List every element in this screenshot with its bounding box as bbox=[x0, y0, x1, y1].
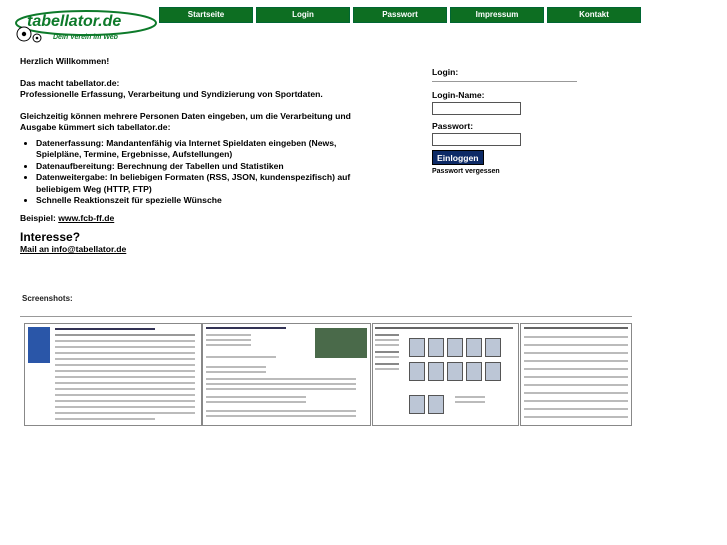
interest-heading: Interesse? bbox=[20, 230, 81, 244]
tabellator-logo[interactable]: tabellator.de Dein Verein im Web bbox=[13, 9, 159, 43]
logo-tagline: Dein Verein im Web bbox=[53, 34, 119, 41]
screenshot-thumbnail-match[interactable] bbox=[202, 323, 371, 426]
login-box: Login: Login-Name: Passwort: Einloggen P… bbox=[432, 65, 577, 175]
screenshot-thumbnail-squad[interactable] bbox=[372, 323, 519, 426]
example-link[interactable]: www.fcb-ff.de bbox=[58, 213, 114, 223]
list-item: Datenaufbereitung: Berechnung der Tabell… bbox=[36, 161, 365, 173]
login-name-label: Login-Name: bbox=[432, 90, 485, 100]
intro-title: Das macht tabellator.de: bbox=[20, 77, 120, 88]
mail-link[interactable]: Mail an info@tabellator.de bbox=[20, 244, 126, 254]
screenshot-thumbnail-games[interactable] bbox=[24, 323, 202, 426]
login-button[interactable]: Einloggen bbox=[432, 150, 484, 165]
example-line: Beispiel: www.fcb-ff.de bbox=[20, 213, 365, 225]
login-title: Login: bbox=[432, 67, 459, 77]
welcome-heading: Herzlich Willkommen! bbox=[20, 56, 110, 66]
screenshot-thumbnail-table[interactable] bbox=[520, 323, 632, 426]
screenshots-divider bbox=[20, 316, 632, 317]
list-item: Datenerfassung: Mandantenfähig via Inter… bbox=[36, 138, 365, 161]
top-nav: Startseite Login Passwort Impressum Kont… bbox=[159, 7, 641, 23]
nav-passwort[interactable]: Passwort bbox=[353, 7, 447, 23]
nav-startseite[interactable]: Startseite bbox=[159, 7, 253, 23]
list-item: Schnelle Reaktionszeit für spezielle Wün… bbox=[36, 195, 365, 207]
forgot-password-link[interactable]: Passwort vergessen bbox=[432, 168, 577, 175]
password-label: Passwort: bbox=[432, 121, 474, 131]
list-item: Datenweitergabe: In beliebigen Formaten … bbox=[36, 172, 365, 195]
nav-impressum[interactable]: Impressum bbox=[450, 7, 544, 23]
nav-login[interactable]: Login bbox=[256, 7, 350, 23]
screenshots-heading: Screenshots: bbox=[22, 294, 73, 303]
main-content: Herzlich Willkommen! Das macht tabellato… bbox=[20, 56, 365, 256]
logo-wordmark: tabellator.de bbox=[27, 13, 121, 30]
nav-kontakt[interactable]: Kontakt bbox=[547, 7, 641, 23]
intro-text: Professionelle Erfassung, Verarbeitung u… bbox=[20, 89, 323, 99]
password-field[interactable] bbox=[432, 133, 521, 146]
login-divider bbox=[432, 81, 577, 82]
example-label: Beispiel: bbox=[20, 212, 56, 223]
multi-user-text: Gleichzeitig können mehrere Personen Dat… bbox=[20, 110, 351, 133]
feature-list: Datenerfassung: Mandantenfähig via Inter… bbox=[20, 138, 365, 207]
login-name-field[interactable] bbox=[432, 102, 521, 115]
